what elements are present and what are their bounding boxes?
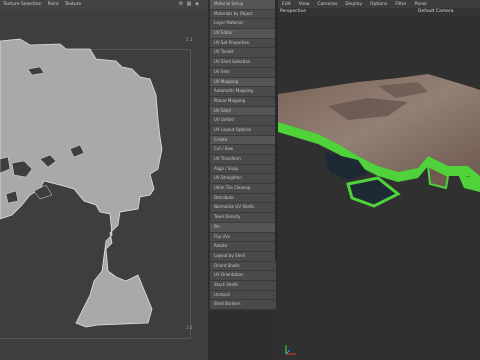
viewport-menubar: Edit View Cameras Display Options Filter…	[278, 0, 480, 8]
grid-icon[interactable]: ▦	[186, 1, 192, 7]
outliner-row[interactable]: Planar Mapping	[210, 96, 276, 107]
outliner-row[interactable]: Stack Shells	[210, 280, 276, 291]
outliner-row[interactable]: Automatic Mapping	[210, 87, 276, 97]
outliner-list: Material Setup Materials by Object Layer M…	[208, 0, 278, 310]
outliner-row[interactable]: Create	[210, 135, 276, 146]
uv-menubar: Texture Selection Paint Texture	[0, 0, 208, 9]
menu-options[interactable]: Options	[366, 2, 391, 7]
outliner-row[interactable]: UV Straighten	[210, 174, 276, 185]
outliner-row[interactable]: Shell Borders	[210, 300, 276, 310]
viewport-panel: Edit View Cameras Display Options Filter…	[278, 0, 480, 360]
outliner-row[interactable]: Distribute	[210, 193, 276, 204]
outliner-row[interactable]: UV Toolkit	[210, 48, 276, 59]
outliner-row[interactable]: Layer Material	[210, 19, 276, 30]
outliner-row[interactable]: UV Set Properties	[210, 38, 276, 49]
settings-icon[interactable]: ⚙	[178, 1, 184, 7]
outliner-row[interactable]: Unstack	[210, 290, 276, 301]
outliner-row[interactable]: Pin	[210, 222, 276, 233]
3d-viewport[interactable]	[278, 16, 480, 360]
menu-display[interactable]: Display	[341, 2, 366, 7]
outliner-row[interactable]: UV Transform	[210, 155, 276, 165]
outliner-row[interactable]: Layout by Shell	[210, 251, 276, 262]
menu-edit[interactable]: Edit	[278, 2, 295, 7]
outliner-row[interactable]: UV Sets	[210, 67, 276, 78]
outliner-panel: Material Setup Materials by Object Layer M…	[208, 0, 278, 360]
axis-gizmo-icon	[285, 345, 296, 355]
outliner-row[interactable]: UV Mapping	[210, 77, 276, 88]
outliner-row[interactable]: Texel Density	[210, 213, 276, 223]
menu-paint[interactable]: Paint	[45, 2, 62, 7]
lock-icon[interactable]: ◈	[194, 1, 200, 7]
outliner-row[interactable]: UV Editor	[210, 29, 276, 39]
outliner-row[interactable]: Udim Tile Cleanup	[210, 184, 276, 194]
camera-label[interactable]: Default Camera	[418, 9, 454, 14]
uv-editor-panel: Texture Selection Paint Texture ⚙ ▦ ◈ 1.…	[0, 0, 208, 360]
outliner-row[interactable]: Flip UVs	[210, 232, 276, 243]
outliner-row[interactable]: Cut / Sew	[210, 145, 276, 155]
outliner-row[interactable]: Orient Shells	[210, 261, 276, 272]
outliner-row[interactable]: UV Shell	[210, 106, 276, 117]
viewport-label: Perspective	[280, 9, 307, 14]
menu-texture[interactable]: Texture	[62, 2, 84, 7]
outliner-row[interactable]: Align / Snap	[210, 164, 276, 175]
outliner-row[interactable]: Normalize UV Shells	[210, 203, 276, 214]
menu-cameras[interactable]: Cameras	[313, 2, 341, 7]
uv-shell-map[interactable]	[0, 9, 208, 360]
menu-view[interactable]: View	[295, 2, 314, 7]
viewport-header: Perspective Default Camera	[278, 8, 480, 16]
menu-filter[interactable]: Filter	[391, 2, 410, 7]
outliner-row[interactable]: Rotate	[210, 242, 276, 252]
outliner-row[interactable]: UV Shell Selection	[210, 58, 276, 68]
outliner-row[interactable]: UV Orientation	[210, 271, 276, 281]
menu-texture-selection[interactable]: Texture Selection	[0, 2, 45, 7]
outliner-row[interactable]: UV Unfold	[210, 116, 276, 126]
menu-panel[interactable]: Panel	[411, 2, 431, 7]
outliner-row[interactable]: Materials by Object	[210, 9, 276, 20]
terrain-model	[278, 74, 480, 208]
uv-canvas[interactable]: 1.1 1.0	[0, 9, 208, 360]
outliner-row[interactable]: UV Layout Options	[210, 125, 276, 136]
outliner-row[interactable]: Material Setup	[210, 0, 276, 10]
uv-toolbar-icons: ⚙ ▦ ◈	[178, 1, 200, 7]
